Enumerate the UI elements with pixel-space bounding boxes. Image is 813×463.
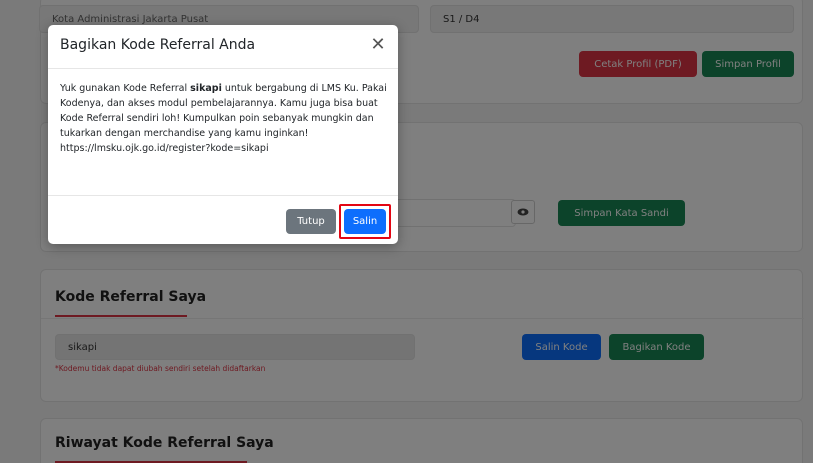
- copy-button-highlight: [339, 204, 391, 239]
- modal-body-text-1: Yuk gunakan Kode Referral: [60, 83, 191, 94]
- share-referral-modal: Bagikan Kode Referral Anda ✕ Yuk gunakan…: [48, 25, 398, 244]
- modal-body-code: sikapi: [190, 83, 222, 94]
- close-icon[interactable]: ✕: [368, 35, 388, 55]
- modal-title: Bagikan Kode Referral Anda: [60, 37, 256, 53]
- modal-footer: Tutup Salin: [48, 195, 398, 244]
- modal-header: Bagikan Kode Referral Anda ✕: [48, 25, 398, 69]
- close-modal-button[interactable]: Tutup: [286, 209, 336, 234]
- modal-body: Yuk gunakan Kode Referral sikapi untuk b…: [60, 81, 390, 156]
- modal-body-link: https://lmsku.ojk.go.id/register?kode=si…: [60, 143, 269, 154]
